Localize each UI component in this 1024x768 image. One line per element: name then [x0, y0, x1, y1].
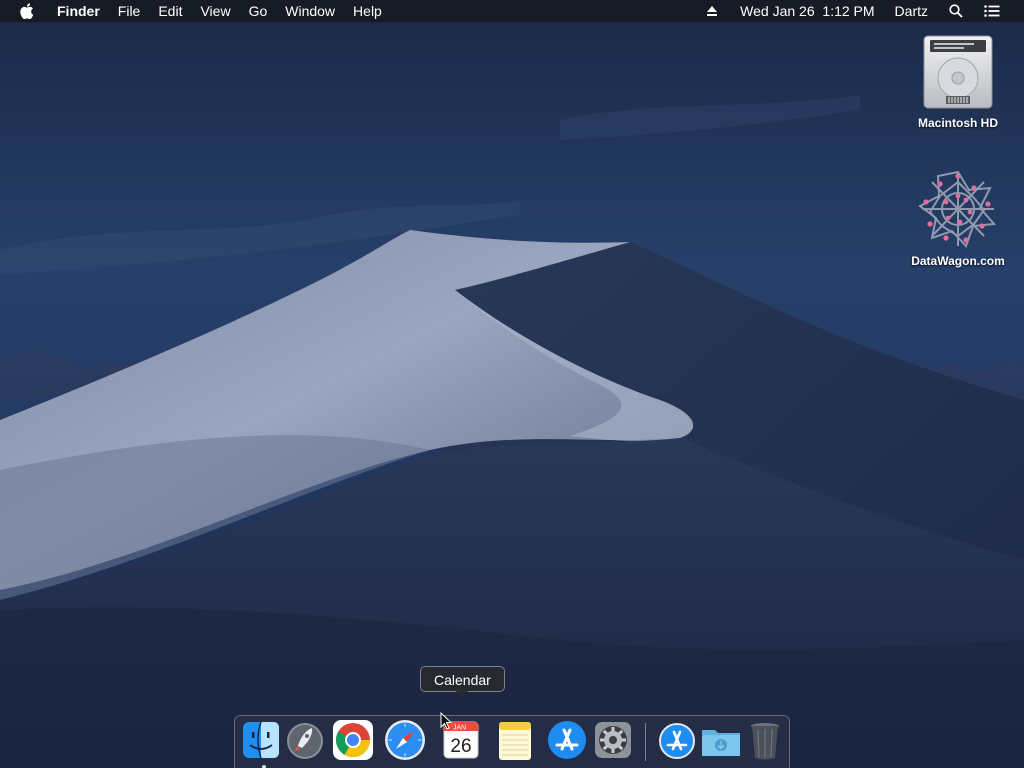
dock: JAN 26: [234, 715, 790, 768]
dock-item-chrome[interactable]: [331, 718, 375, 762]
dock-item-launchpad[interactable]: [283, 718, 327, 762]
dock-item-system-preferences[interactable]: [591, 718, 635, 762]
desktop-icon-label: DataWagon.com: [911, 254, 1005, 268]
dock-separator: [645, 723, 646, 761]
desktop-icon-macintosh-hd[interactable]: Macintosh HD: [898, 32, 1018, 130]
user-menu[interactable]: Dartz: [885, 0, 938, 22]
dock-item-finder[interactable]: [239, 718, 283, 768]
calendar-day: 26: [450, 736, 471, 757]
dock-tooltip-text: Calendar: [434, 672, 491, 688]
finder-icon: [243, 721, 279, 759]
dock-item-notes[interactable]: [493, 718, 537, 762]
dock-item-safari[interactable]: [383, 718, 427, 762]
desktop-icon-datawagon[interactable]: DataWagon.com: [898, 168, 1018, 268]
menu-go[interactable]: Go: [240, 0, 277, 22]
desktop[interactable]: Finder File Edit View Go Window Help Wed…: [0, 0, 1024, 768]
dock-item-app-store[interactable]: [545, 718, 589, 762]
menu-view[interactable]: View: [191, 0, 239, 22]
menu-window[interactable]: Window: [276, 0, 344, 22]
menu-file[interactable]: File: [109, 0, 150, 22]
notification-center-icon[interactable]: [984, 3, 1000, 19]
dock-item-trash[interactable]: [743, 718, 787, 762]
app-store-icon: [548, 721, 586, 759]
wallpaper: [0, 0, 1024, 768]
system-preferences-icon: [595, 722, 631, 758]
clock[interactable]: Wed Jan 26 1:12 PM: [730, 0, 884, 22]
status-area: Wed Jan 26 1:12 PM Dartz: [694, 0, 1024, 22]
trash-icon: [751, 723, 779, 760]
menu-app-finder[interactable]: Finder: [48, 0, 109, 22]
menu-bar: Finder File Edit View Go Window Help Wed…: [0, 0, 1024, 22]
mouse-cursor-icon: [440, 712, 452, 730]
network-volume-icon: [918, 170, 997, 248]
desktop-icon-label: Macintosh HD: [917, 116, 998, 130]
dock-tooltip: Calendar: [420, 666, 505, 698]
hard-drive-icon: [923, 35, 993, 109]
safari-icon: [385, 720, 425, 760]
launchpad-icon: [287, 723, 323, 759]
applications-stack-icon: [659, 723, 695, 759]
notes-icon: [499, 722, 531, 760]
spotlight-search-icon[interactable]: [948, 3, 964, 19]
chrome-icon: [333, 720, 373, 760]
downloads-folder-icon: [702, 730, 740, 756]
dock-item-applications[interactable]: [655, 718, 699, 762]
menu-edit[interactable]: Edit: [149, 0, 191, 22]
apple-menu-icon[interactable]: [18, 2, 36, 20]
eject-icon[interactable]: [704, 3, 720, 19]
tooltip-arrow: [456, 691, 469, 698]
dock-item-downloads[interactable]: [699, 718, 743, 762]
menu-help[interactable]: Help: [344, 0, 391, 22]
calendar-month: JAN: [453, 725, 466, 732]
